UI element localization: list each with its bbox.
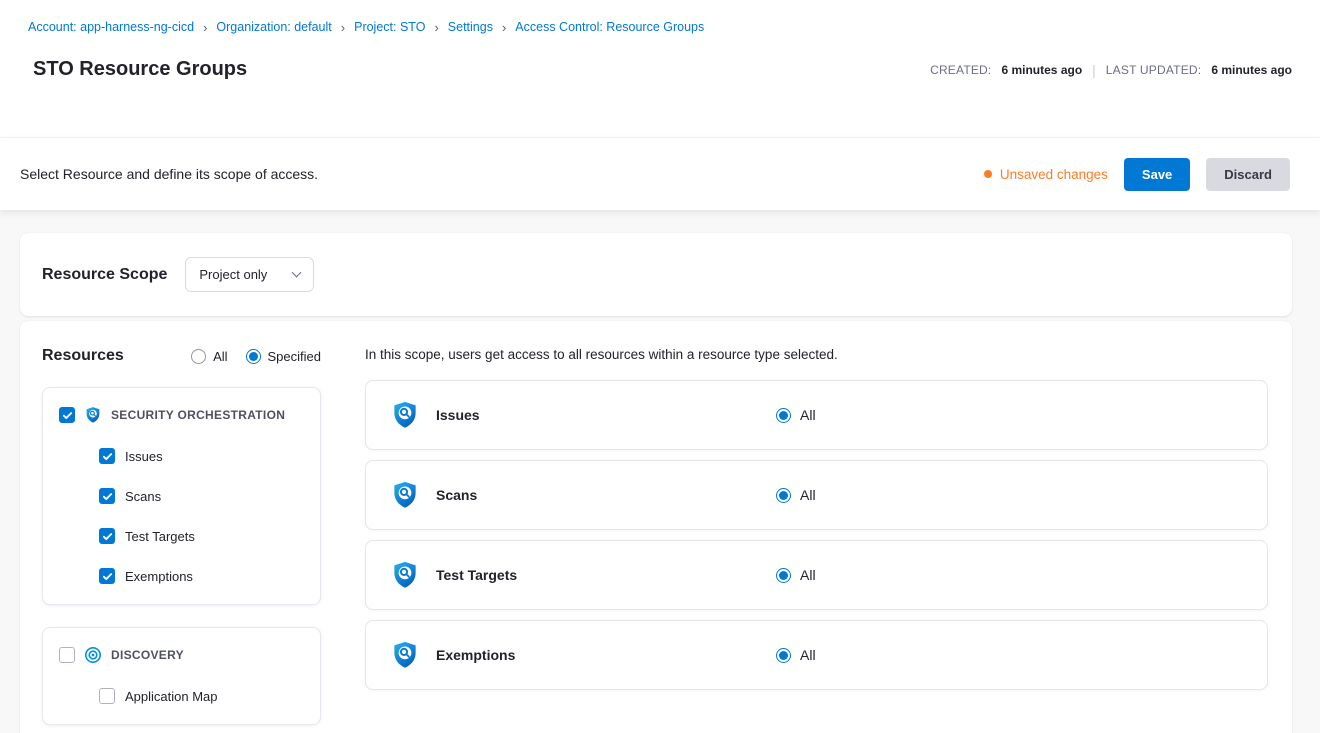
created-value: 6 minutes ago (1001, 63, 1082, 77)
resources-section: Resources All Specified (20, 321, 1292, 733)
row-access-option[interactable]: All (776, 567, 816, 583)
unsaved-changes-label: Unsaved changes (1000, 167, 1108, 182)
security-shield-icon (390, 640, 420, 670)
access-all-radio-icon[interactable] (776, 568, 791, 583)
resources-sidebar: Resources All Specified (20, 321, 341, 733)
chevron-down-icon (292, 268, 302, 278)
row-access-option[interactable]: All (776, 487, 816, 503)
resource-group-discovery: DISCOVERY Application Map (42, 627, 321, 725)
row-label: Issues (436, 407, 480, 423)
resource-scope-title: Resource Scope (42, 266, 167, 284)
scope-description: In this scope, users get access to all r… (365, 347, 1268, 362)
item-label: Exemptions (125, 569, 193, 584)
radio-option-specified[interactable]: Specified (246, 349, 321, 364)
scans-checkbox[interactable] (99, 488, 115, 504)
breadcrumb-account-link[interactable]: Account: app-harness-ng-cicd (28, 20, 194, 34)
radio-specified-icon[interactable] (246, 349, 261, 364)
discovery-target-icon (84, 646, 102, 664)
resource-scope-dropdown[interactable]: Project only (185, 257, 314, 292)
breadcrumb-project-link[interactable]: Project: STO (354, 20, 425, 34)
page-header: Account: app-harness-ng-cicd › Organizat… (0, 0, 1320, 137)
resource-row-issues: Issues All (365, 380, 1268, 450)
last-updated-value: 6 minutes ago (1211, 63, 1292, 77)
breadcrumb-chevron-icon: › (502, 21, 506, 34)
security-shield-icon (84, 406, 102, 424)
scope-main-panel: In this scope, users get access to all r… (341, 321, 1292, 720)
exemptions-checkbox[interactable] (99, 568, 115, 584)
breadcrumb-settings-link[interactable]: Settings (448, 20, 493, 34)
page-title: STO Resource Groups (33, 58, 247, 81)
meta-divider: | (1092, 62, 1096, 78)
resource-scope-card: Resource Scope Project only (20, 233, 1292, 316)
row-label: Test Targets (436, 567, 517, 583)
discovery-checkbox[interactable] (59, 647, 75, 663)
item-label: Issues (125, 449, 163, 464)
created-label: CREATED: (930, 63, 991, 77)
save-button[interactable]: Save (1124, 158, 1190, 191)
issues-checkbox[interactable] (99, 448, 115, 464)
content-area: Resource Scope Project only Resources Al… (0, 210, 1320, 733)
radio-specified-label: Specified (268, 349, 321, 364)
item-label: Application Map (125, 689, 218, 704)
access-all-label: All (800, 647, 816, 663)
security-orchestration-checkbox[interactable] (59, 407, 75, 423)
application-map-checkbox[interactable] (99, 688, 115, 704)
security-shield-icon (390, 560, 420, 590)
resource-item-application-map[interactable]: Application Map (99, 688, 304, 704)
action-toolbar: Select Resource and define its scope of … (0, 137, 1320, 210)
item-label: Scans (125, 489, 161, 504)
last-updated-label: LAST UPDATED: (1106, 63, 1202, 77)
resource-item-exemptions[interactable]: Exemptions (99, 568, 304, 584)
group-label: SECURITY ORCHESTRATION (111, 408, 285, 422)
security-shield-icon (390, 480, 420, 510)
radio-all-icon[interactable] (191, 349, 206, 364)
access-all-radio-icon[interactable] (776, 408, 791, 423)
row-access-option[interactable]: All (776, 407, 816, 423)
breadcrumb-access-control-link[interactable]: Access Control: Resource Groups (515, 20, 704, 34)
breadcrumb-chevron-icon: › (434, 21, 438, 34)
access-all-label: All (800, 407, 816, 423)
unsaved-dot-icon (984, 170, 992, 178)
radio-all-label: All (213, 349, 227, 364)
resources-filter-radios: All Specified (191, 349, 321, 364)
resource-row-exemptions: Exemptions All (365, 620, 1268, 690)
toolbar-description: Select Resource and define its scope of … (20, 166, 318, 182)
row-label: Exemptions (436, 647, 515, 663)
breadcrumb-chevron-icon: › (203, 21, 207, 34)
test-targets-checkbox[interactable] (99, 528, 115, 544)
access-all-radio-icon[interactable] (776, 648, 791, 663)
resource-item-issues[interactable]: Issues (99, 448, 304, 464)
resource-group-security-orchestration: SECURITY ORCHESTRATION Issues Scans (42, 387, 321, 605)
access-all-label: All (800, 487, 816, 503)
item-label: Test Targets (125, 529, 195, 544)
resources-title: Resources (42, 347, 124, 365)
header-meta: CREATED: 6 minutes ago | LAST UPDATED: 6… (930, 62, 1292, 78)
resource-row-scans: Scans All (365, 460, 1268, 530)
breadcrumb-organization-link[interactable]: Organization: default (216, 20, 331, 34)
resource-item-test-targets[interactable]: Test Targets (99, 528, 304, 544)
breadcrumb: Account: app-harness-ng-cicd › Organizat… (28, 20, 1292, 34)
access-all-radio-icon[interactable] (776, 488, 791, 503)
resource-item-scans[interactable]: Scans (99, 488, 304, 504)
unsaved-changes-indicator: Unsaved changes (984, 167, 1108, 182)
resource-row-test-targets: Test Targets All (365, 540, 1268, 610)
resource-scope-selected-value: Project only (199, 267, 267, 282)
breadcrumb-chevron-icon: › (341, 21, 345, 34)
radio-option-all[interactable]: All (191, 349, 227, 364)
access-all-label: All (800, 567, 816, 583)
security-shield-icon (390, 400, 420, 430)
row-label: Scans (436, 487, 477, 503)
discard-button[interactable]: Discard (1206, 158, 1290, 191)
group-label: DISCOVERY (111, 648, 184, 662)
row-access-option[interactable]: All (776, 647, 816, 663)
